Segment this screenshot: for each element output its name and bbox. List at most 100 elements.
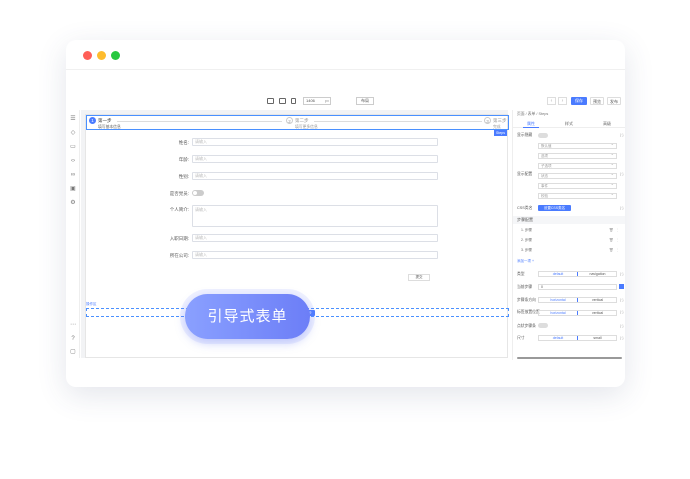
step-1-number: 1 [89, 117, 96, 124]
steps-config-section[interactable]: 步骤配置 [513, 216, 625, 224]
intro-textarea[interactable]: 请输入 [192, 205, 438, 227]
panel-tabs: 属性 样式 高级 [513, 121, 625, 128]
tab-style[interactable]: 样式 [565, 121, 573, 127]
type-label: 类型 [517, 272, 525, 276]
option-select-4[interactable]: 状态 [538, 172, 617, 179]
size-label: 尺寸 [517, 336, 525, 340]
step-config-item-label: 2. 步骤 [521, 238, 532, 242]
intro-label: 个人简介: [169, 207, 189, 212]
breadcrumb[interactable]: 页面 / 表单 / Steps [517, 112, 548, 117]
steps-component[interactable]: 1 第一步 填写基本信息 2 第二步 填写更多信息 3 第三步 完成 [86, 115, 509, 130]
horizontal-scrollbar[interactable] [517, 357, 622, 359]
name-input[interactable]: 请输入 [192, 138, 438, 146]
help-icon[interactable]: ? [70, 336, 76, 342]
message-icon[interactable]: ▢ [70, 349, 76, 355]
type-option-default[interactable]: default [539, 272, 578, 276]
setting-icon[interactable]: ⚙ [70, 200, 76, 206]
label-placement-horizontal[interactable]: horizontal [539, 311, 578, 315]
size-segmented[interactable]: default small [538, 335, 617, 341]
drag-handle-icon[interactable]: ⋮ [616, 238, 620, 242]
fx-icon[interactable]: {·} [620, 206, 624, 210]
delete-icon[interactable]: 🗑 [609, 248, 613, 252]
fx-icon[interactable]: {·} [620, 172, 624, 176]
feature-badge: 引导式表单 [180, 289, 315, 344]
publish-button[interactable]: 发布 [607, 97, 621, 105]
action-area-label: 操作区 [86, 302, 97, 306]
label-placement-vertical[interactable]: vertical [578, 311, 617, 315]
set-css-class-button[interactable]: 设置CSS类名 [538, 205, 571, 211]
direction-horizontal[interactable]: horizontal [539, 298, 578, 302]
maximize-window-button[interactable] [111, 51, 120, 60]
minimize-window-button[interactable] [97, 51, 106, 60]
datasource-icon[interactable]: ▣ [70, 186, 76, 192]
preview-button[interactable]: 预览 [590, 97, 604, 105]
desktop-preview-icon[interactable] [267, 98, 274, 104]
gender-input[interactable]: 请输入 [192, 172, 438, 180]
dot-style-switch[interactable] [538, 323, 548, 328]
selected-component-tag[interactable]: Steps [494, 130, 507, 136]
component-icon[interactable]: ◇ [70, 130, 76, 136]
type-option-navigation[interactable]: navigation [578, 272, 617, 276]
step-connector [314, 121, 482, 122]
editor-toolbar: 1406 px 布局 ‹ › 保存 预览 发布 [66, 95, 625, 109]
step-config-item[interactable]: 1. 步骤 🗑 ⋮ [521, 228, 620, 233]
option-select-6[interactable]: 校验 [538, 192, 617, 199]
age-input[interactable]: 请输入 [192, 155, 438, 163]
close-window-button[interactable] [83, 51, 92, 60]
step-2-desc: 填写更多信息 [295, 125, 318, 129]
delete-icon[interactable]: 🗑 [609, 238, 613, 242]
fx-icon[interactable]: {·} [620, 324, 624, 328]
company-input[interactable]: 请输入 [192, 251, 438, 259]
party-switch[interactable] [192, 190, 204, 196]
option-select-2[interactable]: 选项 [538, 152, 617, 159]
visible-switch[interactable] [538, 133, 548, 138]
link-icon[interactable]: ∞ [70, 172, 76, 178]
current-step-input[interactable]: 0 [538, 284, 617, 290]
fx-icon[interactable]: {·} [620, 310, 624, 314]
fx-icon[interactable]: {·} [620, 133, 624, 137]
drag-handle-icon[interactable]: ⋮ [616, 248, 620, 252]
save-button[interactable]: 保存 [571, 97, 587, 105]
fx-icon[interactable]: {·} [620, 336, 624, 340]
size-default[interactable]: default [539, 336, 578, 340]
direction-vertical[interactable]: vertical [578, 298, 617, 302]
fx-icon[interactable]: {·} [620, 272, 624, 276]
mobile-preview-icon[interactable] [291, 98, 296, 104]
add-step-link[interactable]: 添加一项 + [517, 259, 534, 264]
canvas-width-input[interactable]: 1406 px [303, 97, 331, 105]
submit-button[interactable]: 提交 [408, 274, 430, 281]
step-config-item[interactable]: 2. 步骤 🗑 ⋮ [521, 238, 620, 243]
tab-advanced[interactable]: 高级 [603, 121, 611, 127]
redo-button[interactable]: › [558, 97, 567, 105]
css-class-label: CSS类名 [517, 206, 533, 210]
option-select-1[interactable]: 默认值 [538, 142, 617, 149]
layout-select[interactable]: 布局 [356, 97, 374, 105]
drag-handle-icon[interactable]: ⋮ [616, 228, 620, 232]
component-sidebar: ☰ ◇ ▭ ‹› ∞ ▣ ⚙ ⋯ ? ▢ [66, 110, 80, 358]
direction-label: 步骤条方向 [517, 298, 536, 302]
tablet-preview-icon[interactable] [279, 98, 286, 104]
step-config-item-label: 3. 步骤 [521, 248, 532, 252]
option-select-5[interactable]: 事件 [538, 182, 617, 189]
outline-icon[interactable]: ☰ [70, 116, 76, 122]
date-input[interactable]: 请输入 [192, 234, 438, 242]
code-icon[interactable]: ‹› [70, 158, 76, 164]
delete-icon[interactable]: 🗑 [609, 228, 613, 232]
fx-active-icon[interactable] [619, 284, 624, 289]
size-small[interactable]: small [578, 336, 617, 340]
label-placement-segmented[interactable]: horizontal vertical [538, 310, 617, 316]
step-3-number: 3 [484, 117, 491, 124]
page-icon[interactable]: ▭ [70, 144, 76, 150]
type-segmented[interactable]: default navigation [538, 271, 617, 277]
canvas-width-unit: px [324, 98, 329, 103]
step-1-desc: 填写基本信息 [98, 125, 121, 129]
more-icon[interactable]: ⋯ [70, 322, 76, 328]
property-panel: 页面 / 表单 / Steps 属性 样式 高级 显示隐藏 {·} 默认值 选项… [512, 110, 625, 360]
title-bar [66, 40, 625, 70]
step-1-title: 第一步 [98, 118, 112, 123]
option-select-3[interactable]: 子选项 [538, 162, 617, 169]
step-config-item[interactable]: 3. 步骤 🗑 ⋮ [521, 248, 620, 253]
direction-segmented[interactable]: horizontal vertical [538, 297, 617, 303]
undo-button[interactable]: ‹ [547, 97, 556, 105]
fx-icon[interactable]: {·} [620, 298, 624, 302]
